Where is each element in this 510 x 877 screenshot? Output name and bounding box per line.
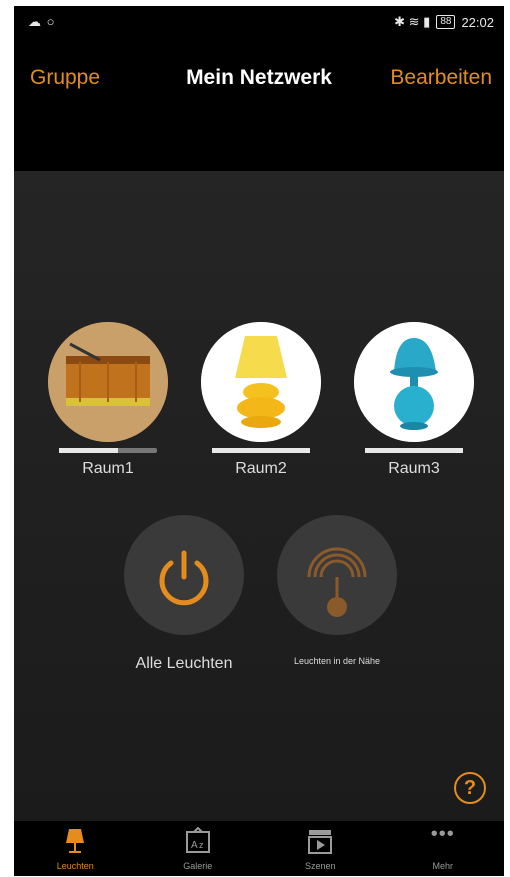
svg-text:z: z — [199, 840, 204, 850]
room-1-brightness-bar[interactable] — [59, 448, 157, 453]
phone-screen: ☁ ○ ✱ ≋ ▮ 88 22:02 Mein Netzwerk Gruppe … — [14, 6, 504, 876]
room-3-brightness-fill — [365, 448, 463, 453]
room-2-label: Raum2 — [235, 460, 287, 477]
room-3-brightness-bar[interactable] — [365, 448, 463, 453]
nav-bar: Mein Netzwerk Gruppe Bearbeiten — [14, 60, 504, 100]
room-2-brightness-fill — [212, 448, 310, 453]
room-3[interactable]: Raum3 — [352, 322, 476, 478]
edit-button[interactable]: Bearbeiten — [390, 66, 492, 90]
group-button[interactable]: Gruppe — [30, 66, 100, 90]
more-icon: ••• — [430, 823, 455, 845]
room-2-brightness-bar[interactable] — [212, 448, 310, 453]
help-button[interactable]: ? — [454, 772, 486, 804]
power-icon — [159, 550, 209, 606]
tab-galerie[interactable]: A z Galerie — [137, 821, 260, 876]
status-bar: ☁ ○ ✱ ≋ ▮ 88 22:02 — [14, 6, 504, 36]
gallery-icon: A z — [184, 826, 212, 860]
status-right-icons: ✱ ≋ ▮ — [394, 14, 431, 29]
room-3-label: Raum3 — [388, 460, 440, 477]
all-lights-label: Alle Leuchten — [135, 655, 233, 672]
lamp-icon — [63, 827, 87, 860]
tab-szenen-label: Szenen — [304, 861, 336, 871]
tab-leuchten[interactable]: Leuchten — [14, 821, 137, 876]
room-1[interactable]: Raum1 — [46, 322, 170, 478]
status-right: ✱ ≋ ▮ 88 22:02 — [394, 14, 494, 30]
status-left-icons: ☁ ○ — [28, 14, 56, 29]
svg-text:A: A — [191, 840, 198, 851]
battery-indicator: 88 — [436, 15, 456, 29]
nearby-lights-button[interactable] — [277, 515, 397, 635]
room-2-lamp-image[interactable] — [201, 322, 321, 442]
tab-szenen[interactable]: Szenen — [259, 821, 382, 876]
room-2[interactable]: Raum2 — [199, 322, 323, 478]
tab-mehr-label: Mehr — [432, 861, 453, 871]
room-1-label: Raum1 — [82, 460, 134, 477]
tab-bar: Leuchten A z Galerie Szenen ••• Mehr — [14, 821, 504, 876]
tab-galerie-label: Galerie — [183, 861, 213, 871]
main-content: Raum1 Raum2 Raum3 Alle Leuchten Leuchten… — [14, 171, 504, 821]
top-area: ☁ ○ ✱ ≋ ▮ 88 22:02 Mein Netzwerk Gruppe … — [14, 6, 504, 171]
room-1-lamp-image[interactable] — [48, 322, 168, 442]
status-time: 22:02 — [461, 14, 494, 30]
proximity-icon — [307, 547, 367, 617]
room-1-brightness-fill — [59, 448, 118, 453]
tab-leuchten-label: Leuchten — [56, 861, 94, 871]
tab-mehr[interactable]: ••• Mehr — [382, 821, 505, 876]
scenes-icon — [306, 827, 334, 860]
all-lights-power-button[interactable] — [124, 515, 244, 635]
nearby-lights-label: Leuchten in der Nähe — [293, 656, 381, 666]
room-3-lamp-image[interactable] — [354, 322, 474, 442]
